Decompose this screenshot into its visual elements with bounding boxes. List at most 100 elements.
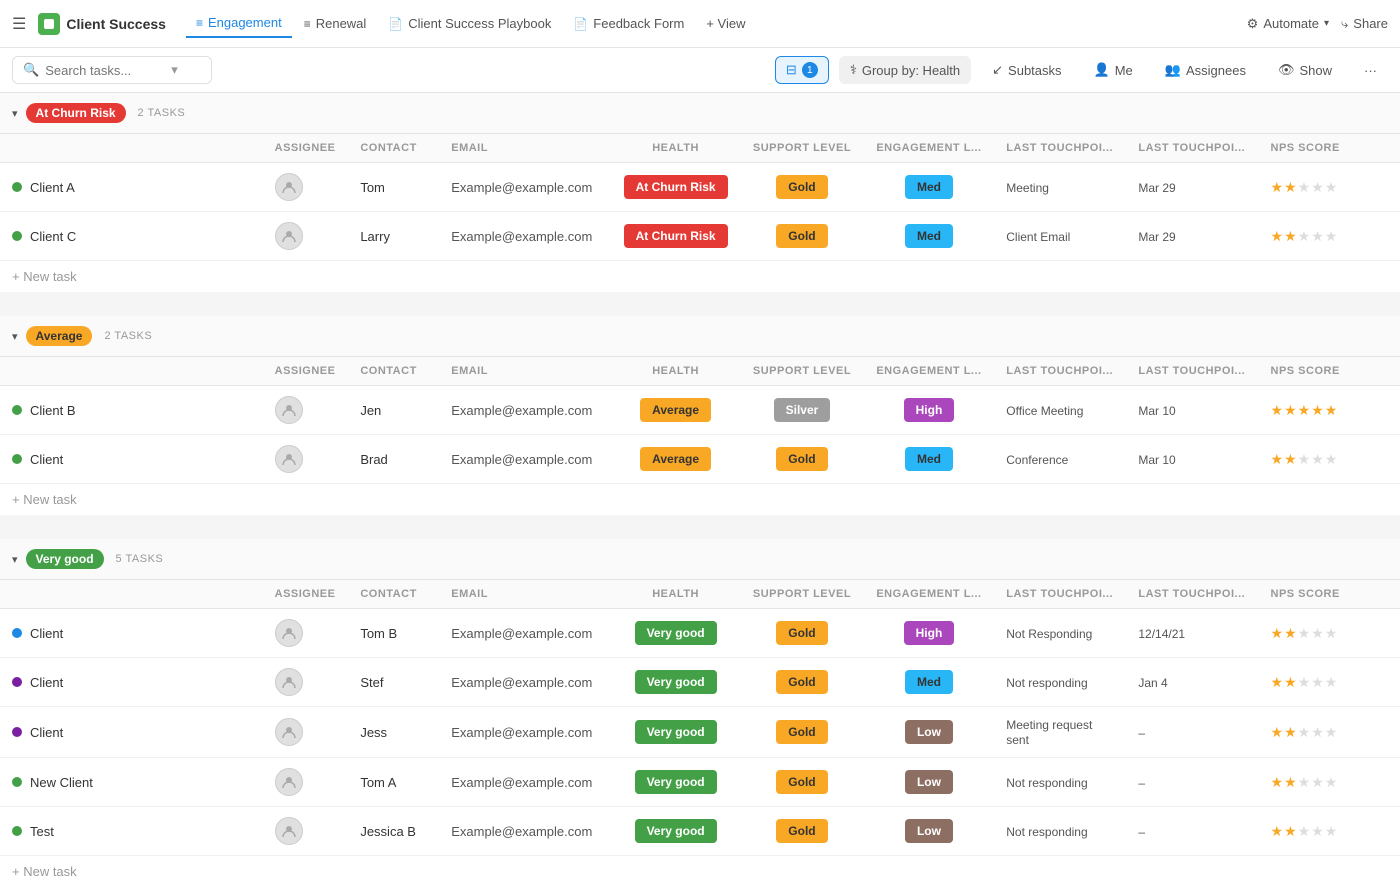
assignees-button[interactable]: 👥 Assignees bbox=[1154, 56, 1257, 84]
contact-name: Jessica B bbox=[360, 824, 416, 839]
touchpoint-date: Jan 4 bbox=[1138, 676, 1167, 690]
star-2: ★ bbox=[1284, 774, 1297, 791]
automate-icon: ⚙ bbox=[1247, 16, 1259, 32]
filter-count: 1 bbox=[802, 62, 818, 78]
new-task-label[interactable]: + New task bbox=[12, 269, 77, 284]
star-3: ★ bbox=[1298, 823, 1311, 840]
star-4: ★ bbox=[1311, 228, 1324, 245]
group-by-button[interactable]: ⚕ Group by: Health bbox=[839, 56, 971, 84]
search-dropdown-icon[interactable]: ▾ bbox=[171, 62, 178, 78]
new-task-row-churn[interactable]: + New task bbox=[0, 261, 1400, 293]
touchpoint-text: Not Responding bbox=[1006, 627, 1092, 641]
health-badge: Very good bbox=[635, 670, 717, 694]
new-task-row-verygood[interactable]: + New task bbox=[0, 856, 1400, 887]
star-2: ★ bbox=[1284, 228, 1297, 245]
star-2: ★ bbox=[1284, 823, 1297, 840]
add-view-button[interactable]: + View bbox=[696, 10, 755, 37]
share-button[interactable]: ⤷ Share bbox=[1341, 16, 1388, 32]
section-header-verygood: ▾ Very good 5 TASKS bbox=[0, 539, 1400, 580]
task-dot bbox=[12, 231, 22, 241]
task-name: New Client bbox=[12, 775, 251, 790]
task-name: Client bbox=[12, 675, 251, 690]
section-chevron-churn[interactable]: ▾ bbox=[12, 107, 18, 120]
touchpoint-text: Not responding bbox=[1006, 676, 1087, 690]
engagement-badge: Low bbox=[905, 819, 953, 843]
nps-stars: ★★★★★ bbox=[1271, 774, 1389, 791]
support-badge: Gold bbox=[776, 224, 827, 248]
task-name: Client B bbox=[12, 403, 251, 418]
subtasks-icon: ↙ bbox=[992, 62, 1003, 78]
tab-engagement[interactable]: ≡ Engagement bbox=[186, 9, 292, 38]
logo-icon bbox=[38, 13, 60, 35]
task-label: Client bbox=[30, 626, 63, 641]
table-row: New Client Tom A Example@example.com Ver… bbox=[0, 758, 1400, 807]
health-badge: Average bbox=[640, 398, 711, 422]
app-title: Client Success bbox=[66, 16, 166, 32]
section-chevron-average[interactable]: ▾ bbox=[12, 330, 18, 343]
more-button[interactable]: ··· bbox=[1353, 57, 1388, 84]
col-engagement: ENGAGEMENT L... bbox=[864, 357, 995, 386]
show-button[interactable]: 👁 Show bbox=[1267, 56, 1343, 84]
task-dot bbox=[12, 628, 22, 638]
nps-stars: ★★★★★ bbox=[1271, 724, 1389, 741]
touchpoint-date: – bbox=[1138, 776, 1145, 790]
star-1: ★ bbox=[1271, 823, 1284, 840]
star-2: ★ bbox=[1284, 625, 1297, 642]
contact-name: Jess bbox=[360, 725, 387, 740]
touchpoint-text: Conference bbox=[1006, 453, 1068, 467]
filter-button[interactable]: ⊟ 1 bbox=[775, 56, 829, 84]
col-health: HEALTH bbox=[611, 134, 740, 163]
star-4: ★ bbox=[1311, 823, 1324, 840]
assignee-avatar bbox=[275, 768, 303, 796]
filter-icon: ⊟ bbox=[786, 62, 797, 78]
touchpoint-text: Not responding bbox=[1006, 776, 1087, 790]
playbook-icon: 📄 bbox=[388, 17, 403, 31]
star-3: ★ bbox=[1298, 625, 1311, 642]
automate-button[interactable]: ⚙ Automate ▾ bbox=[1247, 16, 1329, 32]
new-task-label[interactable]: + New task bbox=[12, 492, 77, 507]
menu-icon[interactable]: ☰ bbox=[12, 14, 26, 34]
assignee-avatar bbox=[275, 718, 303, 746]
star-2: ★ bbox=[1284, 724, 1297, 741]
contact-name: Brad bbox=[360, 452, 387, 467]
me-button[interactable]: 👤 Me bbox=[1083, 56, 1144, 84]
star-4: ★ bbox=[1311, 674, 1324, 691]
engagement-badge: Med bbox=[905, 175, 953, 199]
section-header-churn: ▾ At Churn Risk 2 TASKS bbox=[0, 93, 1400, 134]
star-3: ★ bbox=[1298, 724, 1311, 741]
assignee-avatar bbox=[275, 222, 303, 250]
tab-renewal[interactable]: ≡ Renewal bbox=[294, 10, 377, 37]
col-support: SUPPORT LEVEL bbox=[740, 580, 863, 609]
col-engagement: ENGAGEMENT L... bbox=[864, 134, 995, 163]
col-task bbox=[0, 580, 263, 609]
col-email: EMAIL bbox=[439, 357, 611, 386]
star-5: ★ bbox=[1325, 228, 1338, 245]
col-touchpoint2: LAST TOUCHPOI... bbox=[1126, 580, 1258, 609]
health-badge: Very good bbox=[635, 770, 717, 794]
email-address: Example@example.com bbox=[451, 626, 592, 641]
tab-feedback[interactable]: 📄 Feedback Form bbox=[563, 10, 694, 37]
section-chevron-verygood[interactable]: ▾ bbox=[12, 553, 18, 566]
star-5: ★ bbox=[1325, 774, 1338, 791]
health-badge: At Churn Risk bbox=[624, 175, 728, 199]
task-label: Client bbox=[30, 452, 63, 467]
contact-name: Tom A bbox=[360, 775, 396, 790]
subtasks-button[interactable]: ↙ Subtasks bbox=[981, 56, 1072, 84]
tab-playbook[interactable]: 📄 Client Success Playbook bbox=[378, 10, 561, 37]
automate-chevron: ▾ bbox=[1324, 18, 1329, 29]
email-address: Example@example.com bbox=[451, 725, 592, 740]
search-input[interactable] bbox=[45, 63, 165, 78]
engagement-icon: ≡ bbox=[196, 16, 203, 30]
col-contact: CONTACT bbox=[348, 134, 439, 163]
new-task-row-average[interactable]: + New task bbox=[0, 484, 1400, 516]
task-dot bbox=[12, 777, 22, 787]
col-assignee: ASSIGNEE bbox=[263, 357, 349, 386]
search-box[interactable]: 🔍 ▾ bbox=[12, 56, 212, 84]
new-task-label[interactable]: + New task bbox=[12, 864, 77, 879]
star-1: ★ bbox=[1271, 774, 1284, 791]
touchpoint-date: Mar 10 bbox=[1138, 404, 1175, 418]
email-address: Example@example.com bbox=[451, 452, 592, 467]
task-label: Client bbox=[30, 675, 63, 690]
touchpoint-text: Client Email bbox=[1006, 230, 1070, 244]
section-spacer bbox=[0, 515, 1400, 539]
